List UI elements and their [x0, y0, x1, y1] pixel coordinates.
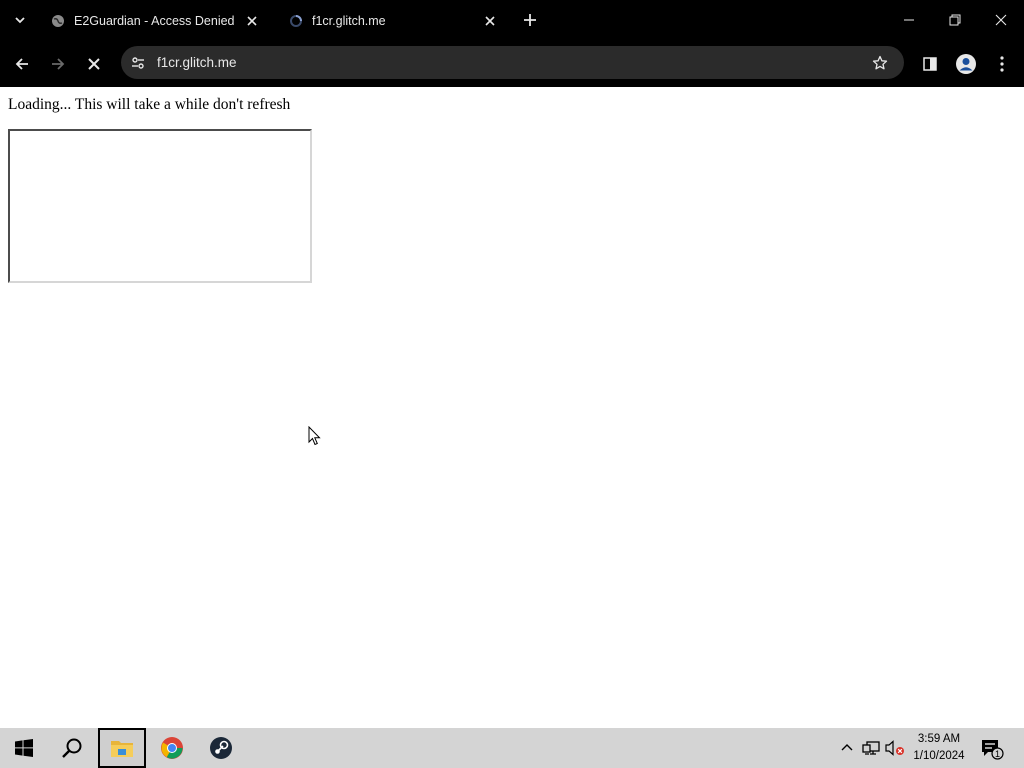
file-explorer-icon [111, 741, 133, 757]
chevron-down-icon [15, 17, 25, 24]
search-icon [62, 738, 82, 758]
close-tab-icon[interactable] [242, 11, 262, 31]
mouse-cursor-icon [308, 426, 321, 446]
plus-icon [524, 14, 536, 26]
chevron-up-icon [841, 744, 853, 751]
close-tab-icon[interactable] [480, 11, 500, 31]
tab-strip: E2Guardian - Access Denied f1cr.glitch.m… [0, 0, 1024, 41]
site-info-icon[interactable] [127, 52, 149, 74]
tab-f1cr-glitch[interactable]: f1cr.glitch.me [276, 6, 508, 35]
back-button[interactable] [8, 50, 36, 78]
address-bar[interactable]: f1cr.glitch.me [121, 46, 904, 79]
system-clock[interactable]: 3:59 AM 1/10/2024 [908, 731, 970, 765]
kebab-menu-icon [1000, 56, 1004, 72]
arrow-left-icon [15, 58, 28, 70]
side-panel-button[interactable] [916, 50, 944, 78]
loading-spinner-icon [288, 13, 304, 29]
browser-toolbar: f1cr.glitch.me [0, 41, 1024, 87]
close-icon [995, 14, 1007, 26]
show-hidden-icons-button[interactable] [837, 738, 857, 758]
side-panel-icon [923, 57, 937, 71]
tab-title: E2Guardian - Access Denied [74, 13, 235, 28]
start-button[interactable] [0, 728, 48, 768]
loading-message: Loading... This will take a while don't … [8, 96, 291, 113]
taskbar-file-explorer[interactable] [98, 728, 146, 768]
forward-button[interactable] [44, 50, 72, 78]
bookmark-star-icon[interactable] [866, 49, 894, 77]
restore-icon [949, 14, 961, 26]
minimize-button[interactable] [886, 0, 932, 40]
avatar-icon [956, 54, 976, 74]
close-icon [88, 58, 100, 70]
windows-taskbar: 3:59 AM 1/10/2024 1 [0, 728, 1024, 768]
globe-icon [50, 13, 66, 29]
taskbar-steam[interactable] [197, 728, 245, 768]
tab-e2guardian[interactable]: E2Guardian - Access Denied [38, 6, 270, 35]
action-center-button[interactable]: 1 [980, 738, 1004, 760]
minimize-icon [904, 19, 914, 21]
volume-button[interactable] [885, 738, 905, 758]
embedded-frame[interactable] [8, 129, 312, 283]
notification-icon: 1 [982, 740, 1004, 760]
volume-muted-icon [885, 740, 904, 756]
profile-button[interactable] [952, 50, 980, 78]
tab-search-button[interactable] [8, 8, 32, 32]
url-text[interactable]: f1cr.glitch.me [157, 55, 866, 70]
chrome-icon [161, 737, 183, 759]
arrow-right-icon [52, 58, 65, 70]
notification-count: 1 [995, 749, 1000, 759]
new-tab-button[interactable] [518, 8, 542, 32]
restore-button[interactable] [932, 0, 978, 40]
network-status-button[interactable] [861, 738, 881, 758]
taskbar-search-button[interactable] [48, 728, 96, 768]
steam-icon [210, 737, 232, 759]
clock-time: 3:59 AM [917, 733, 961, 745]
page-viewport: Loading... This will take a while don't … [0, 87, 1024, 728]
tab-title: f1cr.glitch.me [312, 13, 386, 28]
taskbar-chrome[interactable] [148, 728, 196, 768]
network-icon [862, 741, 880, 755]
windows-start-icon [15, 739, 33, 757]
clock-date: 1/10/2024 [913, 750, 965, 762]
close-window-button[interactable] [978, 0, 1024, 40]
stop-loading-button[interactable] [80, 50, 108, 78]
browser-menu-button[interactable] [988, 50, 1016, 78]
